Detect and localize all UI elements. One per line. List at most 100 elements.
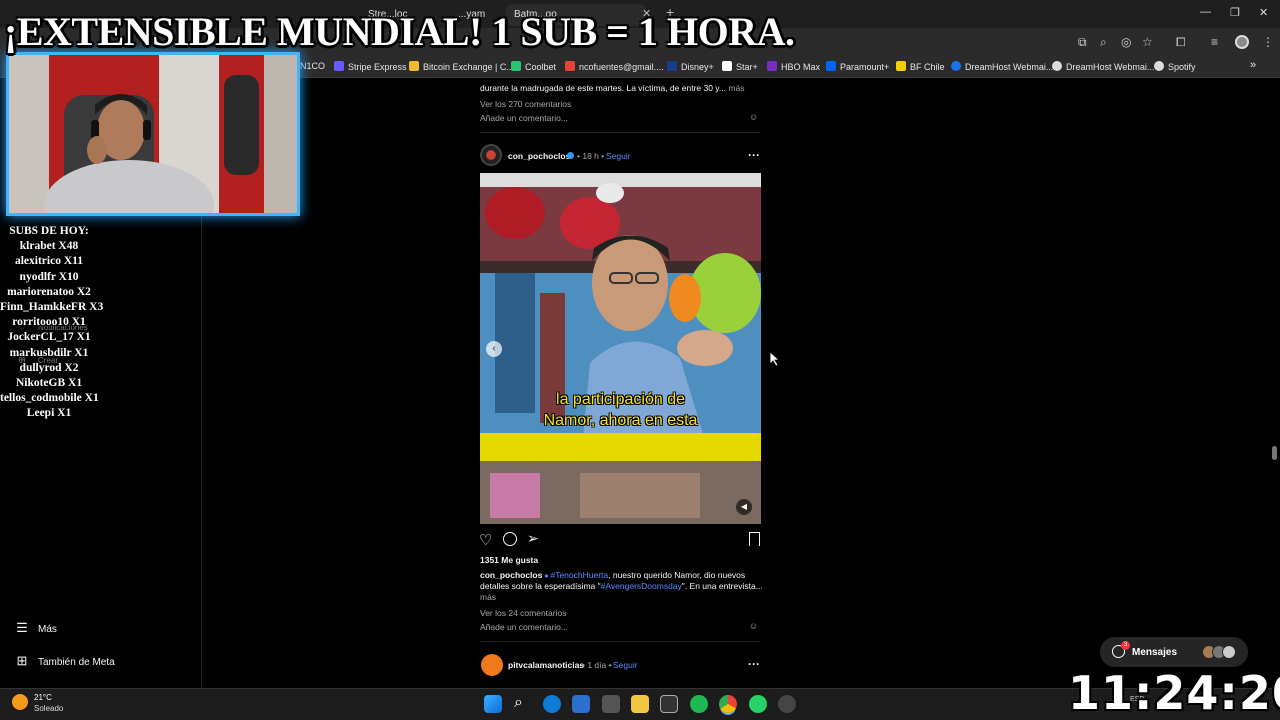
- edge-icon[interactable]: [543, 695, 561, 713]
- bookmark-item[interactable]: Bitcoin Exchange | C...: [409, 61, 514, 72]
- post-time: • 1 día •: [582, 660, 612, 670]
- sub-entry: dullyrod X2: [19, 361, 79, 374]
- weather-icon[interactable]: [12, 694, 28, 710]
- follow-button[interactable]: Seguir: [606, 151, 631, 161]
- messages-label: Mensajes: [1132, 647, 1178, 658]
- file-explorer-icon[interactable]: [631, 695, 649, 713]
- post-avatar[interactable]: [481, 654, 503, 676]
- prev-post-caption: durante la madrugada de este martes. La …: [480, 83, 745, 93]
- reading-list-icon[interactable]: ≡: [1211, 35, 1218, 49]
- bookmark-item[interactable]: Coolbet: [511, 61, 556, 72]
- more-link[interactable]: más: [480, 592, 496, 602]
- sub-entry: JockerCL_17 X1: [7, 331, 91, 344]
- bookmark-item[interactable]: DreamHost Webmai...: [1052, 61, 1154, 72]
- post-divider: [480, 641, 760, 642]
- bookmark-item[interactable]: ncofuentes@gmail....: [565, 61, 664, 72]
- minimize-icon[interactable]: —: [1200, 6, 1211, 18]
- zoom-icon[interactable]: ⌕: [1100, 35, 1107, 50]
- video-frame: [480, 173, 761, 524]
- follow-button[interactable]: Seguir: [613, 660, 638, 670]
- weather-condition: Soleado: [34, 704, 64, 713]
- chrome-icon[interactable]: [719, 695, 737, 713]
- post-username[interactable]: pitvcalamanoticias: [508, 660, 584, 670]
- sub-entry: markusbdilr X1: [9, 346, 89, 359]
- bookmark-item[interactable]: Star+: [722, 61, 758, 72]
- app-icon[interactable]: [660, 695, 678, 713]
- avatar: [1222, 645, 1236, 659]
- profile-avatar[interactable]: [1235, 35, 1249, 49]
- sub-entry: alexitrico X11: [14, 255, 84, 268]
- emoji-icon[interactable]: ☺: [749, 621, 758, 631]
- cast-icon[interactable]: ⧉: [1078, 35, 1087, 50]
- whatsapp-icon[interactable]: [749, 695, 767, 713]
- grid-icon: ⊞: [16, 653, 28, 668]
- spotify-icon[interactable]: [690, 695, 708, 713]
- more-link[interactable]: más: [728, 83, 744, 93]
- start-icon[interactable]: [484, 695, 502, 713]
- messages-button[interactable]: 3 Mensajes: [1100, 637, 1248, 667]
- chrome-menu-icon[interactable]: ⋮: [1262, 35, 1274, 49]
- save-icon[interactable]: [749, 532, 760, 546]
- eye-off-icon[interactable]: ◎: [1121, 35, 1131, 49]
- bookmark-item[interactable]: N1CO: [300, 61, 325, 71]
- sidebar-item-meta[interactable]: ⊞ También de Meta: [14, 653, 115, 669]
- bookmark-star-icon[interactable]: ☆: [1142, 35, 1153, 49]
- bookmark-item[interactable]: Paramount+: [826, 61, 889, 72]
- menu-icon: ☰: [16, 620, 28, 635]
- post-username[interactable]: con_pochoclos: [508, 151, 570, 161]
- messages-badge: 3: [1121, 641, 1130, 650]
- verified-badge-icon: [567, 152, 574, 159]
- like-count[interactable]: 1351 Me gusta: [480, 555, 538, 565]
- search-icon[interactable]: ⌕: [514, 694, 523, 712]
- video-subtitle: la participación de Namor, ahora en esta: [543, 391, 698, 429]
- weather-temp[interactable]: 21°C: [34, 693, 52, 702]
- post-video[interactable]: la participación de Namor, ahora en esta…: [480, 173, 761, 524]
- post-divider: [480, 132, 760, 133]
- bookmark-item[interactable]: Disney+: [667, 61, 714, 72]
- maximize-icon[interactable]: ❐: [1230, 6, 1240, 19]
- page-scrollbar[interactable]: [1272, 446, 1277, 460]
- app-icon[interactable]: [778, 695, 796, 713]
- stream-clock: 11:24:20: [1068, 666, 1280, 720]
- sub-entry: Finn_HamkkeFR X3: [0, 301, 104, 314]
- webcam-feed: [9, 55, 297, 213]
- sub-entry: Leepi X1: [26, 407, 72, 420]
- webcam-overlay: [6, 52, 300, 216]
- emoji-icon[interactable]: ☺: [749, 112, 758, 122]
- post-options-icon[interactable]: ···: [748, 657, 760, 671]
- add-comment-input[interactable]: Añade un comentario...: [480, 113, 568, 123]
- close-window-icon[interactable]: ✕: [1259, 6, 1268, 19]
- subs-title: SUBS DE HOY:: [9, 225, 89, 237]
- add-comment-input[interactable]: Añade un comentario...: [480, 622, 568, 632]
- sidebar-item-more[interactable]: ☰ Más: [14, 620, 57, 636]
- store-icon[interactable]: [572, 695, 590, 713]
- post-caption-line2: detalles sobre la esperadísima "#Avenger…: [480, 581, 763, 591]
- sub-entry: tellos_codmobile X1: [0, 392, 99, 405]
- like-icon[interactable]: ♡: [479, 531, 492, 549]
- post-time: • 18 h •: [577, 151, 605, 161]
- share-icon[interactable]: ➢: [527, 530, 539, 547]
- view-comments-link[interactable]: Ver los 24 comentarios: [480, 608, 566, 618]
- bookmark-item[interactable]: Stripe Express: [334, 61, 407, 72]
- bookmark-item[interactable]: DreamHost Webmai...: [951, 61, 1053, 72]
- view-comments-link[interactable]: Ver los 270 comentarios: [480, 99, 571, 109]
- bookmark-item[interactable]: BF Chile: [896, 61, 945, 72]
- bookmark-item[interactable]: Spotify: [1154, 61, 1196, 72]
- sub-entry: rorritooo10 X1: [12, 316, 86, 329]
- stream-banner: ¡EXTENSIBLE MUNDIAL! 1 SUB = 1 HORA.: [4, 9, 795, 54]
- comment-icon[interactable]: [503, 532, 517, 546]
- subs-list: SUBS DE HOY: klrabet X48 alexitrico X11 …: [0, 224, 104, 422]
- post-avatar[interactable]: [480, 144, 502, 166]
- mute-icon[interactable]: ◀: [736, 499, 752, 515]
- app-icon[interactable]: [602, 695, 620, 713]
- sub-entry: NikoteGB X1: [15, 377, 83, 390]
- sub-entry: nyodlfr X10: [19, 270, 79, 283]
- extensions-icon[interactable]: ⧠: [1176, 35, 1186, 50]
- post-options-icon[interactable]: ···: [748, 148, 760, 162]
- more-bookmarks-icon[interactable]: »: [1250, 59, 1256, 71]
- post-caption: con_pochoclos ● #TenochHuerta, nuestro q…: [480, 570, 746, 580]
- sub-entry: mariorenatoo X2: [7, 285, 91, 298]
- sub-entry: klrabet X48: [19, 240, 79, 253]
- bookmark-item[interactable]: HBO Max: [767, 61, 820, 72]
- prev-slide-icon[interactable]: ‹: [486, 341, 502, 357]
